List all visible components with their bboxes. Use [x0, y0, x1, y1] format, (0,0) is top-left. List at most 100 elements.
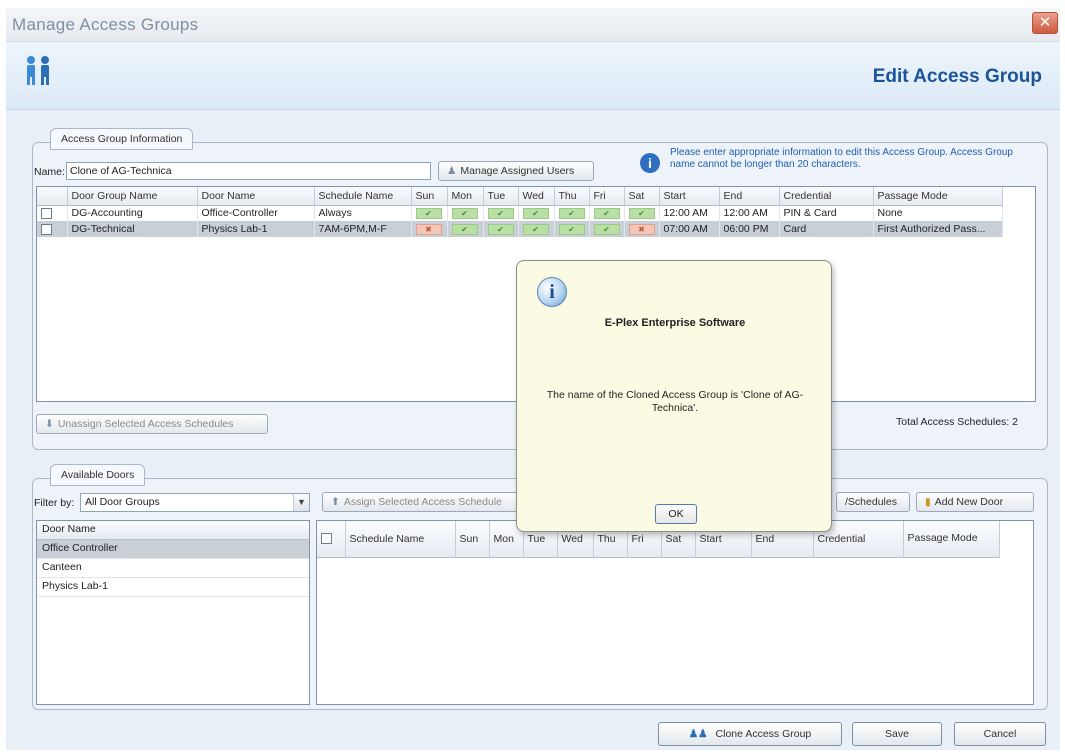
column-header[interactable]: Mon	[447, 187, 484, 206]
column-header[interactable]: Door Name	[197, 187, 315, 206]
column-header[interactable]: Credential	[779, 187, 874, 206]
add-new-door-label: Add New Door	[934, 496, 1004, 508]
door-schedules-grid: Schedule Name Sun Mon Tue Wed Thu Fri Sa…	[316, 520, 1034, 705]
assign-label: Assign Selected Access Schedule	[343, 496, 502, 508]
start-cell: 07:00 AM	[659, 221, 720, 237]
day-cell: ✔	[447, 221, 484, 237]
row-checkbox[interactable]	[41, 223, 52, 235]
schedules-label: /Schedules	[845, 496, 897, 508]
day-enabled-check-icon: ✔	[522, 224, 549, 235]
table-row[interactable]: DG-Technical Physics Lab-1 7AM-6PM,M-F ✖…	[37, 221, 1003, 237]
select-all-cell[interactable]	[317, 521, 346, 558]
passage-mode-cell: First Authorized Pass...	[873, 221, 1003, 237]
door-group-cell: DG-Accounting	[67, 205, 198, 221]
users-icon	[22, 54, 56, 93]
day-cell: ✖	[624, 221, 660, 237]
table-row[interactable]: DG-Accounting Office-Controller Always ✔…	[37, 205, 1003, 221]
access-schedules-table: Door Group Name Door Name Schedule Name …	[37, 187, 1003, 237]
start-cell: 12:00 AM	[659, 205, 720, 221]
door-name-cell: Physics Lab-1	[197, 221, 315, 237]
day-enabled-check-icon: ✔	[415, 208, 442, 220]
list-item[interactable]: Physics Lab-1	[37, 578, 309, 597]
schedule-name-cell: Always	[314, 205, 412, 221]
column-header[interactable]: End	[719, 187, 780, 206]
cancel-button[interactable]: Cancel	[954, 722, 1046, 746]
schedule-name-cell: 7AM-6PM,M-F	[314, 221, 412, 237]
unassign-selected-schedules-button[interactable]: ⬇ Unassign Selected Access Schedules	[36, 414, 268, 434]
info-icon: i	[537, 277, 567, 307]
column-header[interactable]: Tue	[483, 187, 519, 206]
day-cell: ✔	[589, 221, 625, 237]
day-enabled-check-icon: ✔	[558, 208, 585, 220]
filter-dropdown[interactable]: All Door Groups ▼	[80, 493, 310, 512]
column-header[interactable]: Sun	[411, 187, 448, 206]
day-enabled-check-icon: ✔	[451, 224, 478, 235]
day-disabled-x-icon: ✖	[415, 224, 442, 235]
day-enabled-check-icon: ✔	[593, 224, 620, 235]
close-button[interactable]: ✕	[1032, 12, 1058, 34]
clone-access-group-button[interactable]: ♟♟ Clone Access Group	[658, 722, 842, 746]
day-enabled-check-icon: ✔	[522, 208, 549, 220]
select-all-checkbox[interactable]	[321, 533, 332, 545]
filter-value: All Door Groups	[85, 496, 160, 508]
window-title: Manage Access Groups	[12, 15, 199, 34]
total-access-schedules: Total Access Schedules: 2	[896, 416, 1018, 428]
chevron-down-icon[interactable]: ▼	[293, 494, 309, 511]
clone-access-group-label: Clone Access Group	[715, 728, 812, 740]
name-input[interactable]	[66, 162, 431, 180]
available-doors-legend: Available Doors	[50, 464, 146, 486]
assign-selected-schedule-button[interactable]: ⬆ Assign Selected Access Schedule	[322, 492, 520, 512]
column-header[interactable]: Sat	[624, 187, 660, 206]
manage-assigned-users-button[interactable]: ♟ Manage Assigned Users	[438, 161, 594, 181]
unassign-label: Unassign Selected Access Schedules	[57, 418, 234, 430]
page-title: Edit Access Group	[872, 66, 1042, 87]
column-header[interactable]: Schedule Name	[314, 187, 412, 206]
list-item[interactable]: Canteen	[37, 559, 309, 578]
title-bar: Manage Access Groups ✕	[6, 8, 1060, 42]
day-cell: ✖	[411, 221, 448, 237]
clone-users-icon: ♟♟	[688, 728, 708, 740]
column-header[interactable]: Schedule Name	[345, 521, 456, 558]
list-item[interactable]: Office Controller	[37, 540, 309, 559]
dialog-message: The name of the Cloned Access Group is '…	[546, 389, 804, 414]
filter-label: Filter by:	[34, 497, 75, 509]
day-cell: ✔	[447, 205, 484, 221]
door-list-header[interactable]: Door Name	[37, 521, 309, 540]
page-header: Edit Access Group	[6, 42, 1060, 110]
column-header[interactable]: Door Group Name	[67, 187, 198, 206]
column-header[interactable]: Start	[659, 187, 720, 206]
day-enabled-check-icon: ✔	[451, 208, 478, 220]
arrow-down-icon: ⬇	[45, 418, 54, 430]
row-checkbox[interactable]	[41, 207, 52, 219]
door-list: Door Name Office Controller Canteen Phys…	[36, 520, 310, 705]
day-enabled-check-icon: ✔	[558, 224, 585, 235]
day-cell: ✔	[624, 205, 660, 221]
column-header[interactable]: Passage Mode	[873, 187, 1003, 206]
day-disabled-x-icon: ✖	[628, 224, 655, 235]
day-cell: ✔	[483, 205, 519, 221]
row-checkbox-cell[interactable]	[37, 221, 68, 237]
save-button[interactable]: Save	[852, 722, 942, 746]
column-header[interactable]	[37, 187, 68, 206]
day-enabled-check-icon: ✔	[487, 224, 514, 235]
door-group-cell: DG-Technical	[67, 221, 198, 237]
day-enabled-check-icon: ✔	[487, 208, 514, 220]
column-header[interactable]: Fri	[589, 187, 625, 206]
day-enabled-check-icon: ✔	[628, 208, 655, 220]
column-header[interactable]: Sun	[455, 521, 490, 558]
day-cell: ✔	[554, 205, 590, 221]
door-name-cell: Office-Controller	[197, 205, 315, 221]
day-cell: ✔	[483, 221, 519, 237]
schedules-button[interactable]: /Schedules	[836, 492, 910, 512]
end-cell: 06:00 PM	[719, 221, 780, 237]
name-label: Name:	[34, 166, 65, 178]
day-cell: ✔	[518, 221, 555, 237]
column-header[interactable]: Wed	[518, 187, 555, 206]
row-checkbox-cell[interactable]	[37, 205, 68, 221]
column-header[interactable]: Passage Mode	[903, 521, 1000, 558]
add-new-door-button[interactable]: ▮ Add New Door	[916, 492, 1034, 512]
manage-assigned-users-label: Manage Assigned Users	[460, 165, 575, 177]
ok-button[interactable]: OK	[655, 504, 697, 524]
access-group-info-legend: Access Group Information	[50, 128, 194, 150]
column-header[interactable]: Thu	[554, 187, 590, 206]
